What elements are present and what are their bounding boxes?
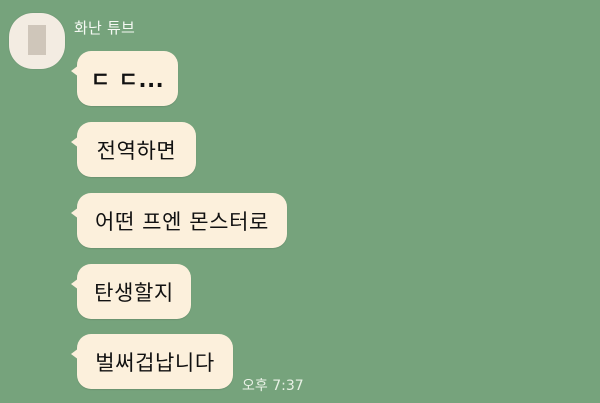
message-bubble-4[interactable]: 탄생할지 [71,264,191,319]
message-text-2: 전역하면 [96,138,177,163]
message-bubble-5[interactable]: 벌써겁납니다 [71,334,233,389]
sender-avatar[interactable] [9,13,65,69]
message-text-4: 탄생할지 [94,280,174,305]
bubble-tail [71,207,79,219]
message-bubble-2[interactable]: 전역하면 [71,122,196,177]
bubble-tail [71,136,79,148]
message-text-1: ㄷ ㄷ... [90,67,165,92]
message-timestamp: 오후 7:37 [242,378,304,394]
bubble-tail [71,278,79,290]
bubble-tail [71,348,79,360]
avatar-placeholder-image [28,25,46,55]
bubble-tail [71,65,79,77]
sender-name: 화난 튜브 [74,19,135,37]
message-text-3: 어떤 프엔 몬스터로 [95,209,269,234]
message-bubble-3[interactable]: 어떤 프엔 몬스터로 [71,193,287,248]
message-bubble-1[interactable]: ㄷ ㄷ... [71,51,178,106]
message-text-5: 벌써겁납니다 [95,350,215,375]
